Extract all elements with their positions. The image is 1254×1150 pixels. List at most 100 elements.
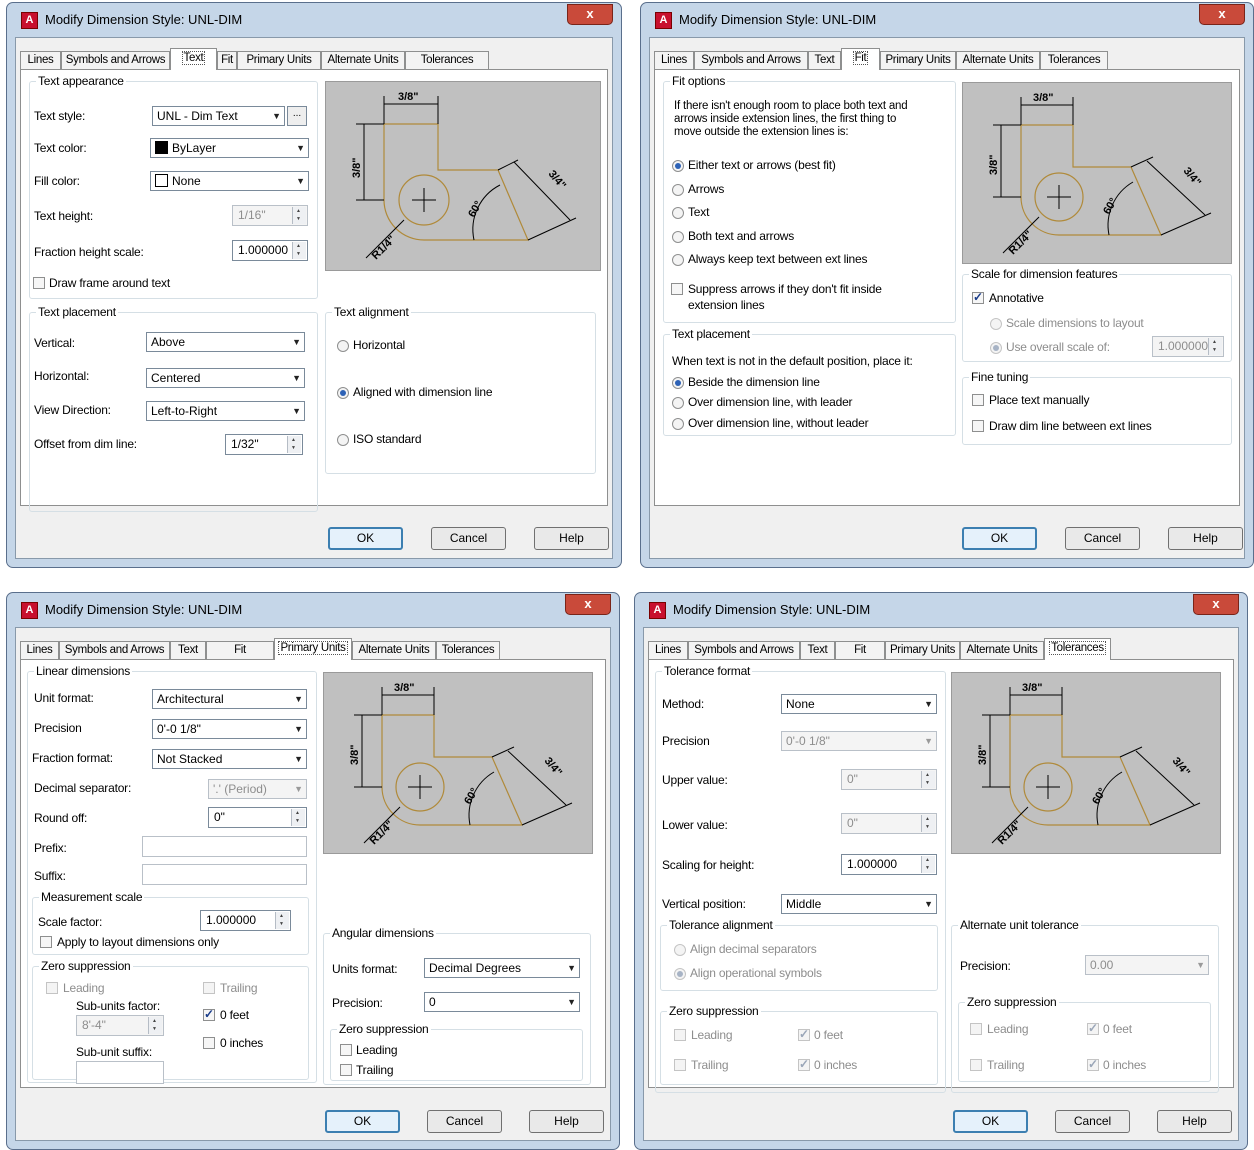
annotative-checkbox[interactable] — [972, 290, 984, 304]
title-bar[interactable]: A Modify Dimension Style: UNL-DIM x — [635, 593, 1247, 627]
tolerance-trailing-checkbox[interactable] — [674, 1059, 686, 1071]
draw-frame-checkbox[interactable] — [33, 277, 45, 289]
angular-precision-combo[interactable]: 0 ▼ — [424, 992, 580, 1012]
overall-scale-radio[interactable] — [990, 342, 1002, 354]
alt-feet-checkbox[interactable] — [1087, 1021, 1099, 1035]
tab-primary-units[interactable]: Primary Units — [274, 638, 352, 660]
zero-feet-checkbox[interactable] — [203, 1007, 215, 1021]
spinner-arrows-icon[interactable] — [1208, 338, 1222, 355]
vertical-combo[interactable]: Above ▼ — [146, 332, 305, 352]
tab-lines[interactable]: Lines — [20, 51, 61, 69]
place-manual-checkbox[interactable] — [972, 394, 984, 406]
subunit-suffix-input[interactable] — [76, 1061, 164, 1084]
ok-button[interactable]: OK — [953, 1110, 1028, 1133]
place-over-leader-radio[interactable] — [672, 397, 684, 409]
close-button[interactable]: x — [565, 594, 611, 615]
ok-button[interactable]: OK — [962, 527, 1037, 550]
cancel-button[interactable]: Cancel — [1055, 1110, 1130, 1133]
fit-keep-radio[interactable] — [672, 254, 684, 266]
suppress-arrows-checkbox[interactable] — [671, 283, 683, 295]
align-dimline-radio[interactable] — [337, 387, 349, 399]
align-horizontal-radio[interactable] — [337, 340, 349, 352]
spinner-arrows-icon[interactable] — [921, 856, 935, 873]
fit-both-radio[interactable] — [672, 231, 684, 243]
spinner-arrows-icon[interactable] — [287, 436, 301, 453]
angular-trailing-checkbox[interactable] — [340, 1064, 352, 1076]
help-button[interactable]: Help — [534, 527, 609, 550]
view-direction-combo[interactable]: Left-to-Right ▼ — [146, 401, 305, 421]
tolerance-leading-checkbox[interactable] — [674, 1029, 686, 1041]
tab-alternate-units[interactable]: Alternate Units — [321, 51, 405, 69]
title-bar[interactable]: A Modify Dimension Style: UNL-DIM x — [7, 3, 621, 37]
scale-layout-radio[interactable] — [990, 318, 1002, 330]
alt-inches-checkbox[interactable] — [1087, 1057, 1099, 1071]
tab-symbols-arrows[interactable]: Symbols and Arrows — [688, 641, 800, 659]
help-button[interactable]: Help — [529, 1110, 604, 1133]
angular-leading-checkbox[interactable] — [340, 1044, 352, 1056]
tab-fit[interactable]: Fit — [217, 51, 237, 69]
prefix-input[interactable] — [142, 836, 307, 857]
close-button[interactable]: x — [1199, 4, 1245, 25]
cancel-button[interactable]: Cancel — [427, 1110, 502, 1133]
spinner-arrows-icon[interactable] — [921, 815, 935, 832]
spinner-arrows-icon[interactable] — [291, 809, 305, 826]
close-button[interactable]: x — [567, 4, 613, 25]
fill-color-combo[interactable]: None ▼ — [150, 171, 309, 191]
fraction-scale-spinner[interactable]: 1.000000 — [232, 240, 308, 261]
ok-button[interactable]: OK — [325, 1110, 400, 1133]
fit-arrows-radio[interactable] — [672, 184, 684, 196]
tab-symbols-arrows[interactable]: Symbols and Arrows — [61, 51, 170, 69]
offset-spinner[interactable]: 1/32" — [225, 434, 303, 455]
tolerance-inches-checkbox[interactable] — [798, 1057, 810, 1071]
fraction-format-combo[interactable]: Not Stacked ▼ — [152, 749, 307, 769]
help-button[interactable]: Help — [1157, 1110, 1232, 1133]
fit-text-radio[interactable] — [672, 207, 684, 219]
overall-scale-spinner[interactable]: 1.000000 — [1152, 336, 1224, 357]
text-color-combo[interactable]: ByLayer ▼ — [150, 138, 309, 158]
tab-symbols-arrows[interactable]: Symbols and Arrows — [694, 51, 808, 69]
tab-fit[interactable]: Fit — [206, 641, 274, 659]
scale-factor-spinner[interactable]: 1.000000 — [200, 910, 291, 931]
tab-lines[interactable]: Lines — [648, 641, 688, 659]
spinner-arrows-icon[interactable] — [292, 207, 306, 224]
place-beside-radio[interactable] — [672, 377, 684, 389]
align-decimal-radio[interactable] — [674, 944, 686, 956]
title-bar[interactable]: A Modify Dimension Style: UNL-DIM x — [7, 593, 619, 627]
place-over-noleader-radio[interactable] — [672, 418, 684, 430]
alt-leading-checkbox[interactable] — [970, 1023, 982, 1035]
tab-tolerances[interactable]: Tolerances — [1044, 638, 1111, 660]
title-bar[interactable]: A Modify Dimension Style: UNL-DIM x — [641, 3, 1253, 37]
spinner-arrows-icon[interactable] — [148, 1017, 162, 1034]
draw-dim-checkbox[interactable] — [972, 420, 984, 432]
decimal-separator-combo[interactable]: '.' (Period) ▼ — [208, 779, 307, 799]
spinner-arrows-icon[interactable] — [921, 771, 935, 788]
close-button[interactable]: x — [1193, 594, 1239, 615]
tab-fit[interactable]: Fit — [835, 641, 885, 659]
leading-checkbox[interactable] — [46, 982, 58, 994]
tab-primary-units[interactable]: Primary Units — [880, 51, 956, 69]
ok-button[interactable]: OK — [328, 527, 403, 550]
upper-value-spinner[interactable]: 0" — [841, 769, 937, 790]
tab-text[interactable]: Text — [170, 641, 206, 659]
angular-units-combo[interactable]: Decimal Degrees ▼ — [424, 958, 580, 978]
fit-either-radio[interactable] — [672, 160, 684, 172]
scaling-height-spinner[interactable]: 1.000000 — [841, 854, 937, 875]
method-combo[interactable]: None ▼ — [781, 694, 937, 714]
apply-layout-checkbox[interactable] — [40, 936, 52, 948]
tab-primary-units[interactable]: Primary Units — [237, 51, 321, 69]
tab-primary-units[interactable]: Primary Units — [885, 641, 960, 659]
tab-alternate-units[interactable]: Alternate Units — [352, 641, 436, 659]
zero-inches-checkbox[interactable] — [203, 1037, 215, 1049]
tab-text[interactable]: Text — [800, 641, 835, 659]
precision-combo[interactable]: 0'-0 1/8" ▼ — [152, 719, 307, 739]
tab-text[interactable]: Text — [170, 48, 217, 70]
vertical-position-combo[interactable]: Middle ▼ — [781, 894, 937, 914]
cancel-button[interactable]: Cancel — [431, 527, 506, 550]
help-button[interactable]: Help — [1168, 527, 1243, 550]
tolerance-precision-combo[interactable]: 0'-0 1/8" ▼ — [781, 731, 937, 751]
tab-fit[interactable]: Fit — [841, 48, 880, 70]
tab-tolerances[interactable]: Tolerances — [436, 641, 500, 659]
spinner-arrows-icon[interactable] — [292, 242, 306, 259]
tab-tolerances[interactable]: Tolerances — [405, 51, 489, 69]
tolerance-feet-checkbox[interactable] — [798, 1027, 810, 1041]
